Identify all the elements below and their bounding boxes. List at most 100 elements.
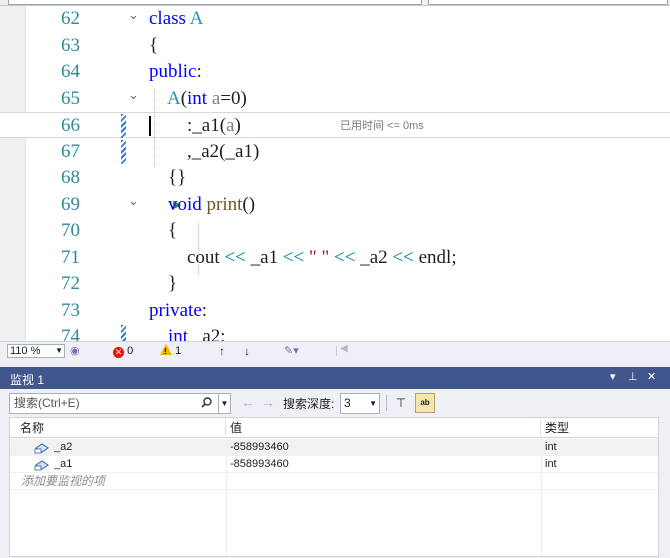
code-line[interactable]: 62 ⌄ class A <box>0 6 670 32</box>
chevron-down-icon: ▼ <box>55 346 63 355</box>
line-number: 67 <box>61 140 80 162</box>
line-number: 68 <box>61 167 80 188</box>
watch-name: _a1 <box>54 458 73 470</box>
search-forward-icon[interactable]: → <box>261 394 275 410</box>
watch-value[interactable]: -858993460 <box>230 439 530 456</box>
code-text: } <box>149 273 178 294</box>
code-line[interactable]: 73 private: <box>0 298 670 324</box>
watch-type: int <box>545 441 557 453</box>
code-line[interactable]: 66 :_a1(a) 已用时间 <= 0ms <box>0 112 670 138</box>
code-line[interactable]: 74 int _a2; <box>0 324 670 341</box>
table-row[interactable]: _a2 -858993460 int <box>10 439 658 456</box>
change-tracking-bar <box>121 114 126 138</box>
editor-status-bar: 110 % ▼ ◉ ✕ 0 ! 1 ↑ ↓ ✎▾ ◀ <box>0 341 670 359</box>
column-value-header[interactable]: 值 <box>226 418 541 438</box>
cleanup-brush-icon[interactable]: ✎▾ <box>284 344 299 358</box>
code-text: class A <box>149 8 204 29</box>
search-depth-value: 3 <box>344 396 351 410</box>
code-line[interactable]: 64 public: <box>0 59 670 85</box>
code-line[interactable]: 67 ,_a2(_a1) <box>0 139 670 165</box>
code-line[interactable]: 63 { <box>0 33 670 59</box>
code-editor[interactable]: 62 ⌄ class A 63{64 public: 65 ⌄ A(int a=0) 66 :… <box>0 0 670 341</box>
code-line[interactable]: 65 ⌄ A(int a=0) <box>0 86 670 112</box>
window-menu-icon[interactable]: ▾ <box>610 370 616 383</box>
line-number: 65 <box>61 87 80 109</box>
variable-icon <box>34 460 49 471</box>
search-back-icon[interactable]: ← <box>241 394 255 410</box>
search-depth-label: 搜索深度: <box>283 397 335 411</box>
code-text: int _a2; <box>168 326 226 341</box>
zoom-level: 110 % <box>10 345 41 357</box>
fold-toggle-icon[interactable]: ⌄ <box>128 2 139 28</box>
zoom-dropdown[interactable]: 110 % ▼ <box>7 344 65 358</box>
warning-indicator[interactable]: ! 1 <box>160 344 181 358</box>
change-tracking-bar <box>121 325 126 341</box>
close-icon[interactable]: ✕ <box>647 370 656 383</box>
code-text: public: <box>149 61 202 82</box>
code-line[interactable]: 72 } <box>0 271 670 297</box>
code-text: :_a1(a) <box>149 115 241 136</box>
copilot-icon[interactable]: ◉ <box>70 344 80 358</box>
search-input[interactable]: 搜索(Ctrl+E) <box>9 393 219 414</box>
code-line[interactable]: 71 cout << _a1 << " " << _a2 << endl; <box>0 245 670 271</box>
chevron-down-icon: ▼ <box>369 399 377 408</box>
add-watch-row[interactable]: 添加要监视的项 <box>10 473 658 490</box>
grid-header: 名称 值 类型 <box>10 418 658 438</box>
fold-toggle-icon[interactable]: ⌄ <box>128 188 139 214</box>
code-text: ,_a2(_a1) <box>149 140 260 162</box>
error-icon: ✕ <box>113 347 124 358</box>
indent-guide <box>154 87 155 167</box>
horizontal-scrollbar[interactable]: ◀ <box>336 343 668 356</box>
change-tracking-bar <box>121 139 126 164</box>
line-number: 70 <box>61 220 80 241</box>
warning-icon: ! <box>160 344 172 356</box>
code-text: { <box>149 220 178 241</box>
code-line[interactable]: 68 {} <box>0 165 670 191</box>
add-watch-placeholder[interactable]: 添加要监视的项 <box>21 473 221 490</box>
search-depth-select[interactable]: 3 ▼ <box>340 393 380 414</box>
watch-title: 监视 1 <box>10 373 45 387</box>
toolbar-divider <box>386 395 387 411</box>
code-text: void print() <box>168 193 256 215</box>
arrow-down-icon[interactable]: ↓ <box>244 344 250 358</box>
line-number: 63 <box>61 34 80 56</box>
pin-source-icon[interactable]: ⊤ <box>392 394 410 412</box>
chevron-down-icon: ▼ <box>220 399 229 408</box>
watch-toolbar: 搜索(Ctrl+E) ▼ ← → 搜索深度: 3 ▼ ⊤ ab <box>0 389 670 417</box>
code-line[interactable]: 69 ⌄ ▶ void print() <box>0 192 670 218</box>
fold-toggle-icon[interactable]: ⌄ <box>128 82 139 108</box>
indent-guide <box>198 222 199 275</box>
column-name-header[interactable]: 名称 <box>10 418 226 438</box>
line-number: 62 <box>61 8 80 29</box>
line-number: 72 <box>61 273 80 294</box>
arrow-up-icon[interactable]: ↑ <box>219 344 225 358</box>
table-row[interactable]: _a1 -858993460 int <box>10 456 658 473</box>
watch-title-bar[interactable]: 监视 1 ▾ ⊥ ✕ <box>0 367 670 389</box>
hex-display-icon[interactable]: ab <box>415 393 435 413</box>
scroll-left-icon[interactable]: ◀ <box>340 343 348 354</box>
watch-type: int <box>545 458 557 470</box>
line-number: 66 <box>61 115 80 136</box>
text-caret <box>149 116 151 136</box>
code-text: A(int a=0) <box>166 87 247 109</box>
warning-count: 1 <box>175 345 182 357</box>
watch-grid[interactable]: 名称 值 类型 _a2 -858993460 int _a1 -85899346… <box>9 417 659 557</box>
pin-window-icon[interactable]: ⊥ <box>628 370 638 383</box>
code-line[interactable]: 70 { <box>0 218 670 244</box>
error-count: 0 <box>127 345 134 357</box>
error-indicator[interactable]: ✕ 0 <box>113 344 133 358</box>
code-text: {} <box>149 167 187 188</box>
line-number: 74 <box>61 326 80 341</box>
search-options-dropdown[interactable]: ▼ <box>219 393 231 414</box>
perf-tip[interactable]: 已用时间 <= 0ms <box>340 113 424 139</box>
line-number: 69 <box>61 193 80 215</box>
search-icon[interactable] <box>201 397 212 408</box>
line-number: 71 <box>61 246 80 268</box>
column-type-header[interactable]: 类型 <box>541 418 658 438</box>
line-number: 73 <box>61 299 80 321</box>
code-text: private: <box>149 299 208 321</box>
watch-panel: 监视 1 ▾ ⊥ ✕ 搜索(Ctrl+E) ▼ ← → 搜索深度: 3 ▼ ⊤ … <box>0 359 670 558</box>
search-placeholder: 搜索(Ctrl+E) <box>14 396 80 410</box>
watch-value[interactable]: -858993460 <box>230 456 530 473</box>
line-number: 64 <box>61 61 80 82</box>
